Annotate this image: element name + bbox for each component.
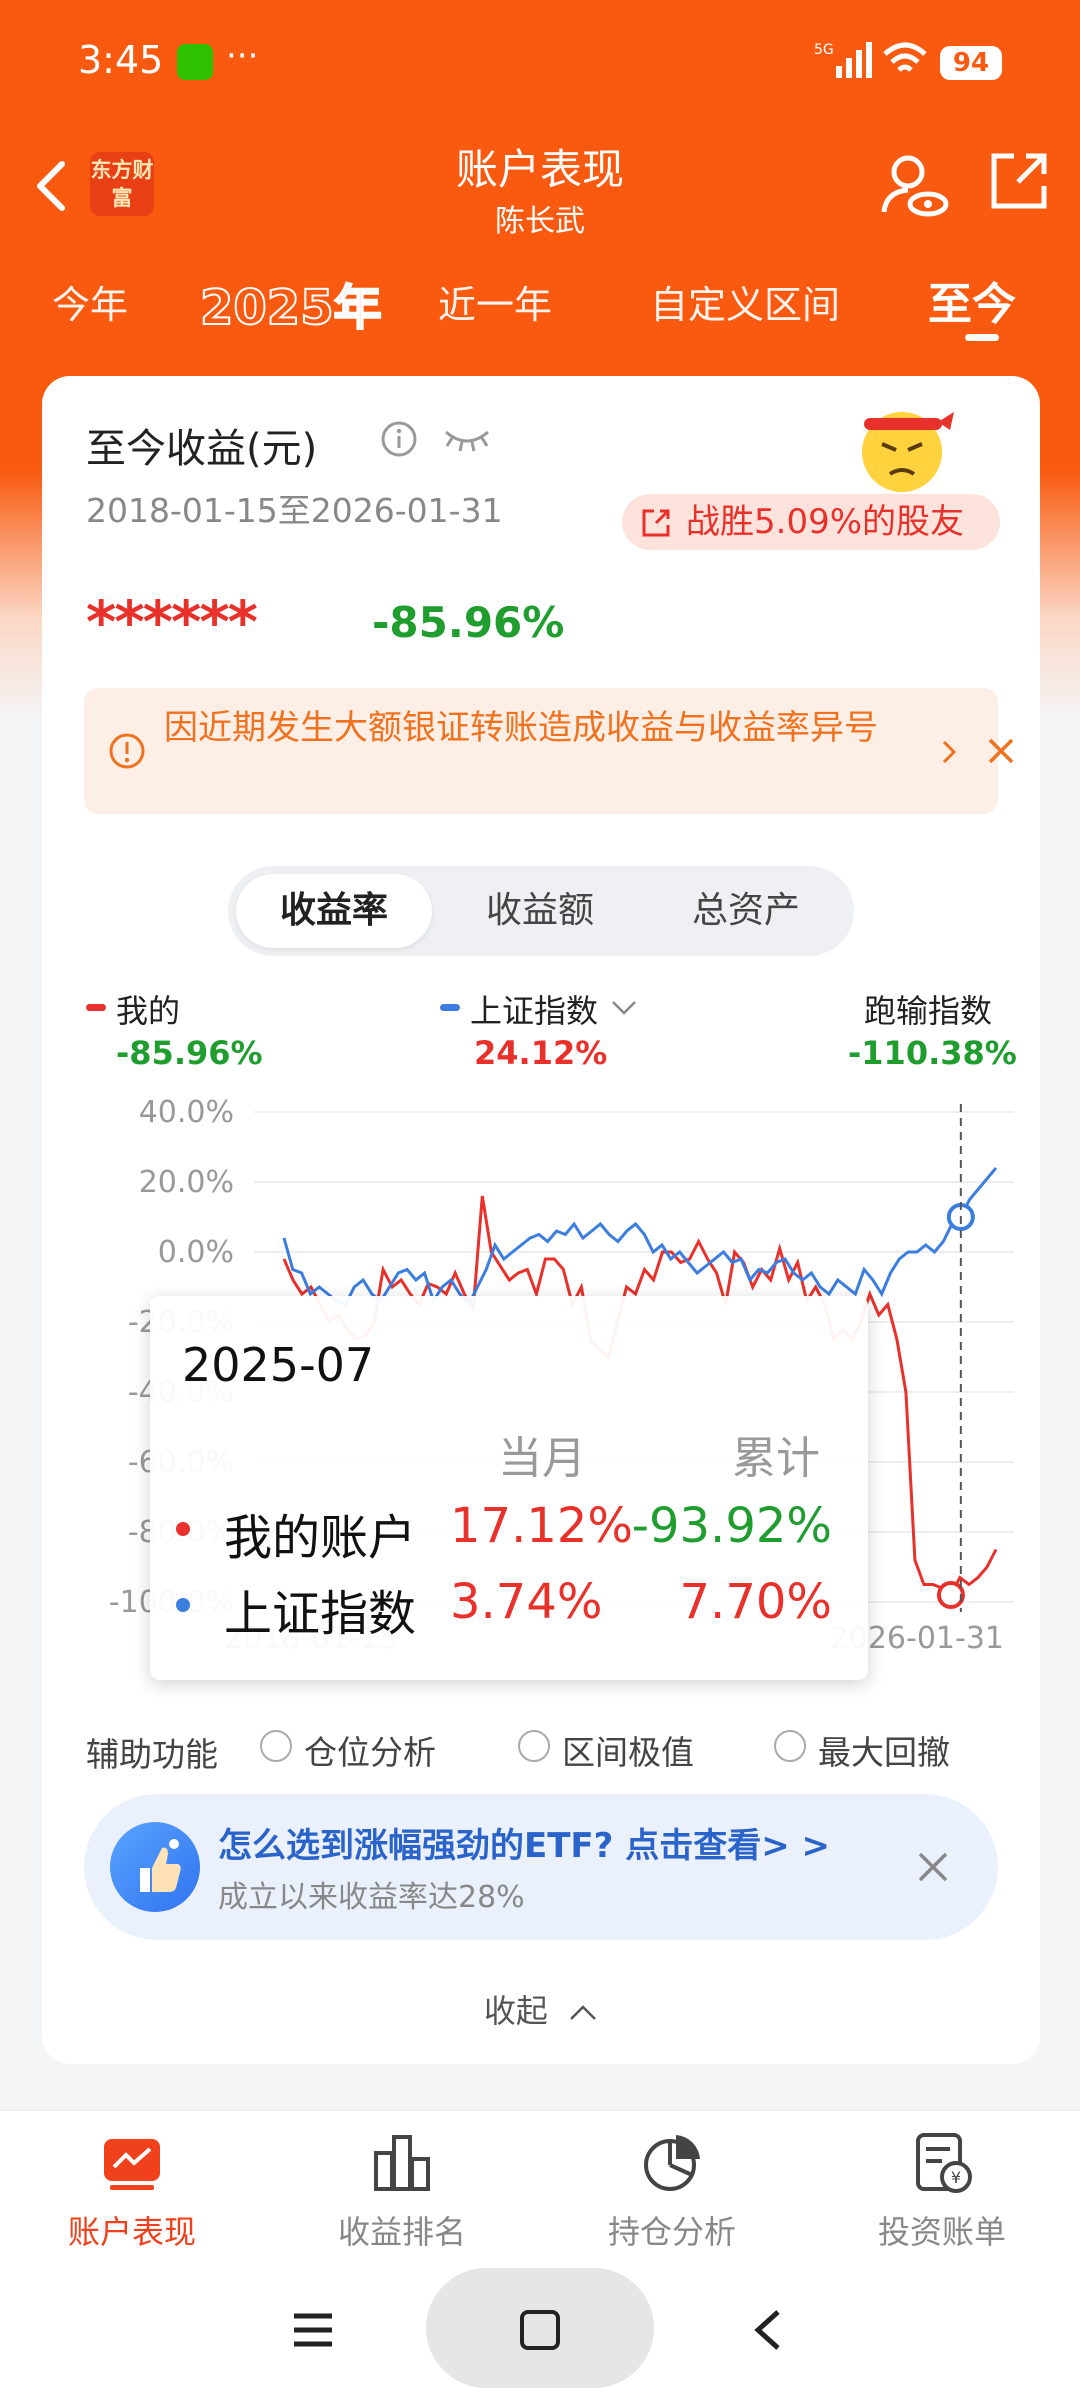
svg-text:¥: ¥ (951, 2168, 961, 2187)
collapse-label: 收起 (483, 1992, 548, 2030)
info-icon[interactable] (380, 420, 418, 458)
total-return-rate: -85.96% (372, 598, 565, 647)
segment-total-assets[interactable]: 总资产 (648, 874, 844, 948)
segment-return-amount[interactable]: 收益额 (442, 874, 638, 948)
privacy-view-icon[interactable] (878, 150, 950, 220)
promo-subtitle: 成立以来收益率达28% (218, 1880, 525, 1915)
y-tick-label: 0.0% (158, 1235, 234, 1270)
legend-lag-value: -110.38% (848, 1034, 1017, 1072)
label-max-drawdown[interactable]: 最大回撤 (818, 1726, 950, 1774)
chevron-up-icon (570, 2005, 596, 2020)
pie-icon (644, 2135, 700, 2191)
metric-switcher: 收益率 收益额 总资产 (228, 866, 854, 956)
tooltip-mine-month: 17.12% (450, 1498, 634, 1554)
tooltip-index-total: 7.70% (679, 1574, 832, 1630)
chart-tooltip: 2025-07 当月 累计 我的账户 17.12% -93.92% 上证指数 3… (150, 1296, 868, 1680)
radio-range-extremes[interactable] (518, 1730, 550, 1762)
close-icon[interactable] (986, 736, 1016, 766)
warning-icon (109, 733, 145, 769)
legend-mine-value: -85.96% (116, 1034, 263, 1072)
tooltip-month: 2025-07 (182, 1338, 375, 1392)
system-back-icon[interactable] (752, 2308, 782, 2352)
active-tab-indicator (965, 334, 999, 341)
wifi-icon (883, 42, 927, 72)
tooltip-mine-total: -93.92% (631, 1498, 832, 1554)
tab-since-inception[interactable]: 至今 (928, 268, 1016, 332)
battery-level: 94 (940, 46, 1002, 80)
tooltip-col-month: 当月 (498, 1433, 586, 1484)
promo-title[interactable]: 怎么选到涨幅强劲的ETF? 点击查看> > (218, 1818, 830, 1867)
etf-promo-banner[interactable]: 怎么选到涨幅强劲的ETF? 点击查看> > 成立以来收益率达28% (84, 1794, 998, 1940)
segment-return-rate[interactable]: 收益率 (236, 874, 432, 948)
tab-2025[interactable]: 2025年 (199, 268, 383, 338)
chart-screen-icon (104, 2139, 160, 2190)
nav-account-performance[interactable]: 账户表现 (32, 2131, 232, 2253)
angry-mascot-icon (862, 412, 954, 492)
share-icon[interactable] (988, 150, 1050, 212)
thumbs-up-icon (110, 1822, 200, 1912)
date-range: 2018-01-15至2026-01-31 (86, 491, 503, 530)
legend-mine-swatch (86, 1004, 106, 1011)
performance-card: 至今收益(元) 2018-01-15至2026-01-31 战胜5.09%的股友… (42, 376, 1040, 2064)
radio-position-analysis[interactable] (260, 1730, 292, 1762)
close-icon[interactable] (916, 1850, 950, 1884)
tooltip-mine-name: 我的账户 (224, 1510, 417, 1566)
label-position-analysis[interactable]: 仓位分析 (304, 1726, 436, 1774)
chevron-down-icon[interactable] (610, 998, 638, 1018)
bar-ranking-icon (374, 2135, 430, 2191)
bill-icon: ¥ (916, 2133, 972, 2193)
system-navigation-bar (0, 2260, 1080, 2400)
signal-icon: 5G (814, 42, 872, 78)
tooltip-index-name: 上证指数 (224, 1586, 417, 1642)
nav-return-ranking[interactable]: 收益排名 (302, 2131, 502, 2253)
legend-index-name[interactable]: 上证指数 (470, 986, 598, 1032)
status-time: 3:45 (78, 38, 164, 82)
nav-holding-analysis[interactable]: 持仓分析 (572, 2131, 772, 2253)
tooltip-col-total: 累计 (732, 1433, 820, 1484)
share-small-icon (642, 509, 670, 537)
chevron-right-icon[interactable] (940, 738, 958, 766)
label-range-extremes[interactable]: 区间极值 (562, 1726, 694, 1774)
tab-last-year[interactable]: 近一年 (438, 274, 552, 329)
series-marker-mine (936, 1581, 965, 1609)
legend-index-value: 24.12% (474, 1034, 608, 1072)
tab-this-year[interactable]: 今年 (52, 274, 128, 329)
y-tick-label: 40.0% (139, 1095, 234, 1130)
nav-investment-bill[interactable]: ¥ 投资账单 (842, 2131, 1042, 2253)
card-title: 至今收益(元) (86, 426, 318, 472)
notice-text: 因近期发生大额银证转账造成收益与收益率异号 (164, 708, 878, 748)
legend-lag-name: 跑输指数 (864, 992, 993, 1030)
masked-profit-amount: ****** (86, 588, 258, 656)
beat-peers-text: 战胜5.09%的股友 (686, 502, 965, 542)
network-type: 5G (814, 42, 834, 58)
wechat-icon (177, 44, 213, 80)
radio-max-drawdown[interactable] (774, 1730, 806, 1762)
tab-custom-range[interactable]: 自定义区间 (650, 274, 840, 329)
aux-functions-label: 辅助功能 (86, 1735, 218, 1774)
legend-mine-name: 我的 (116, 992, 181, 1030)
legend-index-swatch (440, 1004, 460, 1011)
recent-apps-icon[interactable] (292, 2312, 334, 2348)
more-notifications-icon: ··· (226, 36, 259, 76)
tooltip-index-month: 3.74% (450, 1574, 603, 1630)
status-bar: 3:45 ··· 5G 94 (0, 0, 1080, 120)
collapse-button[interactable]: 收起 (42, 1986, 1040, 2032)
home-square-icon (520, 2310, 560, 2350)
home-button[interactable] (426, 2268, 654, 2388)
y-tick-label: 20.0% (139, 1165, 234, 1200)
hide-amount-icon[interactable] (442, 424, 492, 454)
beat-peers-badge[interactable]: 战胜5.09%的股友 (622, 494, 1000, 550)
tooltip-index-dot (176, 1598, 190, 1612)
transfer-notice-banner[interactable]: 因近期发生大额银证转账造成收益与收益率异号 (84, 688, 1014, 814)
tooltip-mine-dot (176, 1522, 190, 1536)
